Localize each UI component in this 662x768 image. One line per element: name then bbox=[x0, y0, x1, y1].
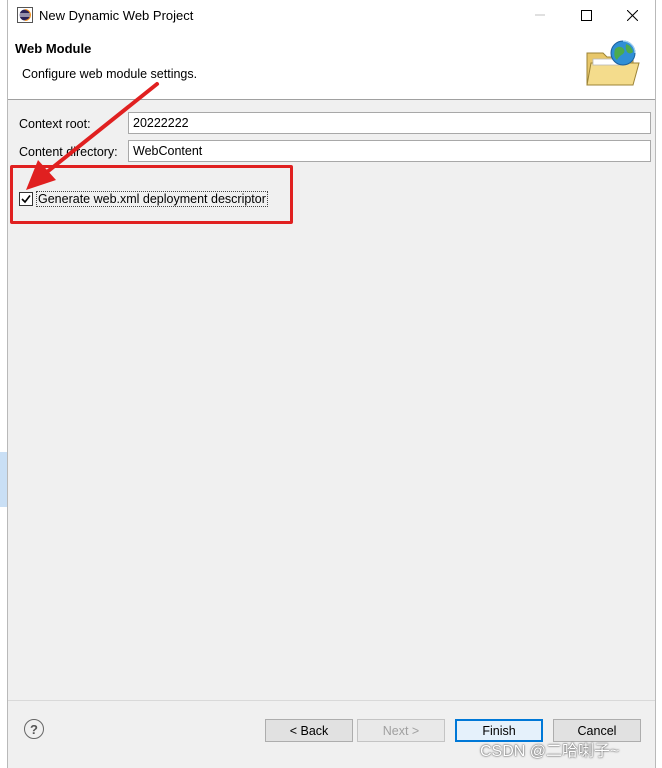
page-title: Web Module bbox=[15, 41, 92, 56]
content-directory-label: Content directory: bbox=[19, 145, 118, 159]
next-button-label: Next > bbox=[382, 723, 420, 738]
context-root-input[interactable]: 20222222 bbox=[128, 112, 651, 134]
page-description: Configure web module settings. bbox=[22, 67, 198, 81]
minimize-icon[interactable] bbox=[517, 0, 563, 30]
eclipse-app-icon bbox=[17, 7, 33, 23]
next-button[interactable]: Next > bbox=[357, 719, 445, 742]
watermark: CSDN @二哈喇子~ bbox=[480, 743, 620, 760]
cancel-button-label: Cancel bbox=[577, 723, 617, 738]
window-title: New Dynamic Web Project bbox=[39, 8, 194, 23]
help-icon[interactable]: ? bbox=[24, 719, 44, 739]
footer-divider bbox=[8, 700, 655, 701]
back-button[interactable]: < Back bbox=[265, 719, 353, 742]
globe-folder-icon bbox=[586, 40, 640, 86]
maximize-icon[interactable] bbox=[563, 0, 609, 30]
new-project-dialog: New Dynamic Web Project Web Module Confi… bbox=[7, 0, 656, 768]
annotation-highlight-box bbox=[10, 165, 293, 224]
close-icon[interactable] bbox=[609, 0, 655, 30]
context-root-label: Context root: bbox=[19, 117, 91, 131]
back-button-label: < Back bbox=[289, 723, 329, 738]
content-directory-input[interactable]: WebContent bbox=[128, 140, 651, 162]
title-bar[interactable]: New Dynamic Web Project bbox=[8, 0, 655, 30]
finish-button-label: Finish bbox=[482, 723, 516, 738]
wizard-banner: Web Module Configure web module settings… bbox=[8, 30, 655, 100]
